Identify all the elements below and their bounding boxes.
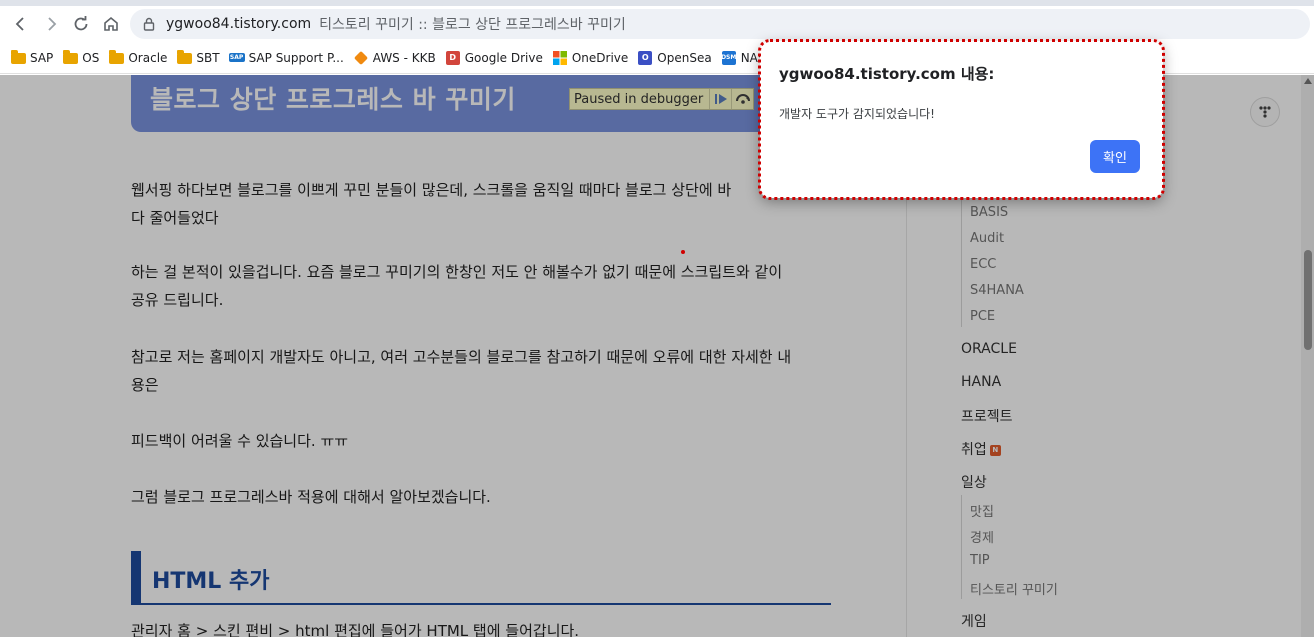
browser-toolbar: ygwoo84.tistory.com 티스토리 꾸미기 :: 블로그 상단 프… [0,6,1314,42]
bookmark-nas[interactable]: DSM NAS [721,50,766,65]
google-drive-icon: D [445,50,461,65]
url-host: ygwoo84.tistory.com [166,16,312,32]
home-button[interactable] [96,9,126,39]
page-title-in-omnibox: 티스토리 꾸미기 :: 블로그 상단 프로그레스바 꾸미기 [319,17,626,33]
arrow-left-icon [15,17,24,31]
bookmark-opensea[interactable]: O OpenSea [637,50,712,65]
arrow-right-icon [48,17,57,31]
reload-button[interactable] [66,9,96,39]
home-icon [104,16,118,31]
back-button[interactable] [6,9,36,39]
red-dot-marker [681,250,685,254]
opensea-icon: O [637,50,653,65]
bookmark-sbt[interactable]: SBT [176,50,220,65]
alert-dialog: ygwoo84.tistory.com 내용: 개발자 도구가 감지되었습니다!… [758,39,1165,200]
sap-icon: SAP [228,53,245,62]
ok-button[interactable]: 확인 [1090,140,1140,173]
aws-icon [353,50,369,65]
dialog-title: ygwoo84.tistory.com 내용: [779,65,995,83]
bookmark-aws[interactable]: AWS - KKB [353,50,436,65]
nas-icon: DSM [721,50,737,65]
bookmark-onedrive[interactable]: OneDrive [552,50,628,65]
bookmark-google-drive[interactable]: D Google Drive [445,50,543,65]
folder-icon [108,50,124,65]
address-bar[interactable]: ygwoo84.tistory.com 티스토리 꾸미기 :: 블로그 상단 프… [130,9,1310,39]
bookmark-sap-support[interactable]: SAP SAP Support P... [228,51,344,65]
bookmark-os[interactable]: OS [62,50,99,65]
onedrive-icon [552,50,568,65]
forward-button[interactable] [36,9,66,39]
dialog-message: 개발자 도구가 감지되었습니다! [779,107,935,121]
bookmark-sap[interactable]: SAP [10,50,53,65]
lock-icon[interactable] [142,17,156,31]
folder-icon [10,50,26,65]
folder-icon [176,50,192,65]
bookmark-oracle[interactable]: Oracle [108,50,167,65]
reload-icon [74,16,88,31]
folder-icon [62,50,78,65]
